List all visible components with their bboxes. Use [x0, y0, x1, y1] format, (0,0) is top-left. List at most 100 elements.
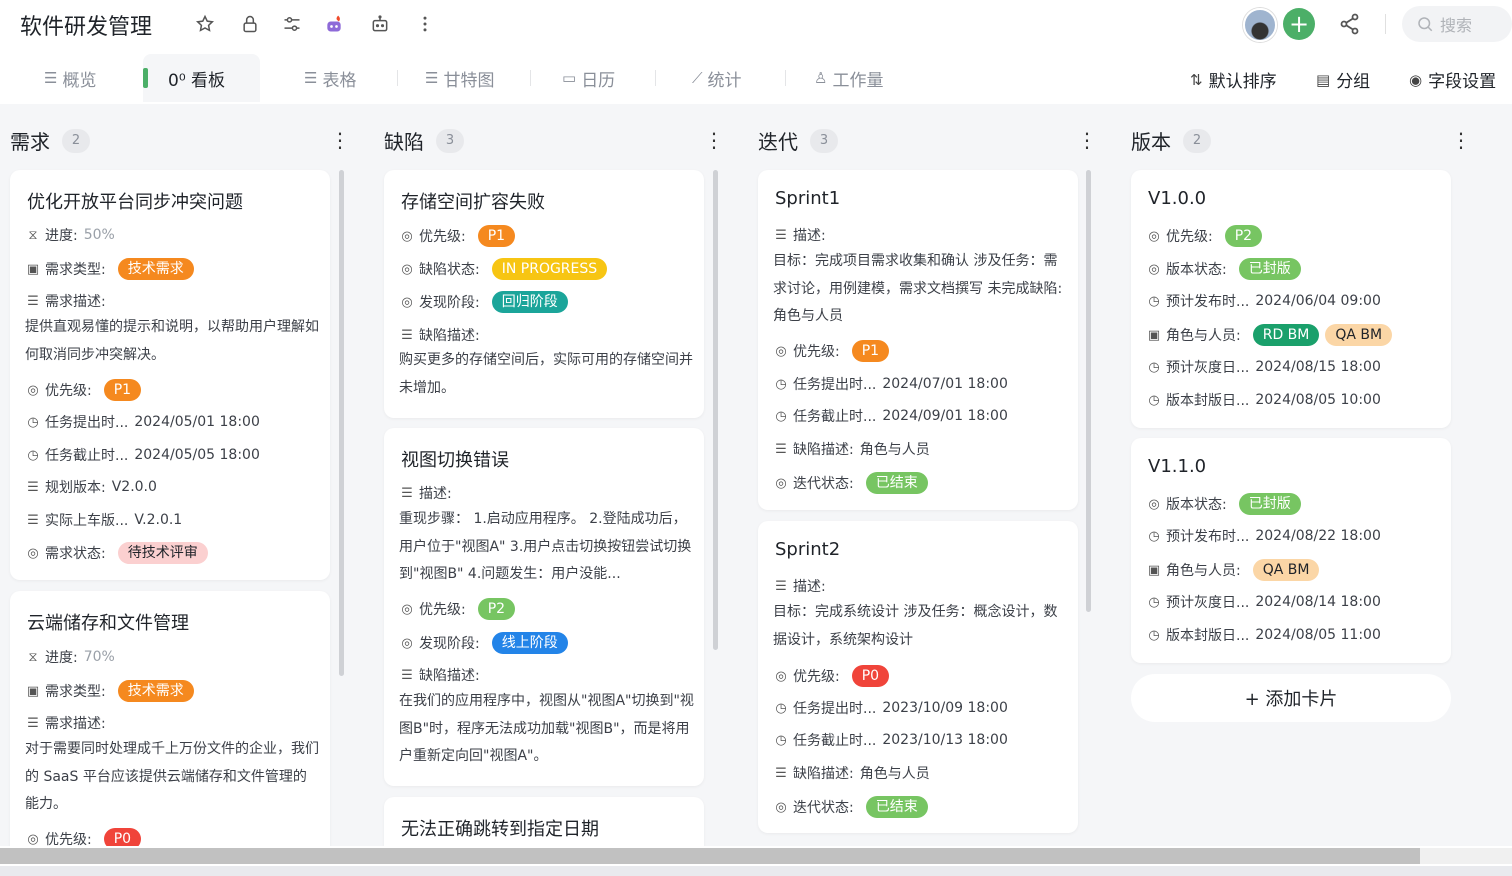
card[interactable]: Sprint1 ☰ 描述: 目标：完成项目需求收集和确认 涉及任务：需求讨论，用例… [758, 170, 1078, 510]
star-icon[interactable] [193, 12, 217, 36]
tab-gantt[interactable]: ☰ 甘特图 [425, 54, 494, 102]
robot-icon[interactable] [368, 12, 392, 36]
sort-button[interactable]: ⇅ 默认排序 [1190, 67, 1277, 93]
field-seal: ◷ 版本封版日... 2024/08/05 10:00 [1146, 390, 1381, 410]
user-avatar[interactable] [1243, 8, 1277, 42]
column-requirements: 需求 2 ⋮ 优化开放平台同步冲突问题 ⧖ 进度: 50% ▣ 需求类型: 技术需求 ☰… [0, 104, 350, 846]
tab-table[interactable]: ☰ 表格 [304, 54, 356, 102]
list-icon: ☰ [44, 69, 58, 87]
state-tag: IN PROGRESS [491, 258, 608, 280]
field-sprint-status: ◎ 迭代状态: 已结束 [773, 472, 928, 494]
select-icon: ▣ [1147, 562, 1161, 578]
active-marker [143, 68, 148, 88]
chart-icon: ⟋ [692, 69, 703, 87]
column-count-badge: 2 [62, 128, 90, 153]
column-scrollbar[interactable] [339, 170, 344, 676]
card[interactable]: V1.0.0 ◎ 优先级: P2 ◎ 版本状态: 已封版 ◷ 预计发布时... 2024/0… [1131, 170, 1451, 428]
column-more-icon[interactable]: ⋮ [1077, 130, 1097, 150]
text-icon: ☰ [27, 479, 39, 495]
view-tabs: ☰ 概览 0⁰ 看板 ☰ 表格 ☰ 甘特图 ▭ 日历 ⟋ 统计 ♙ 工作量 ⇅ … [0, 50, 1512, 104]
field-desc: ☰ 描述: [773, 576, 832, 596]
target-icon: ◎ [401, 601, 413, 617]
lock-icon[interactable] [238, 12, 262, 36]
settings-sliders-icon[interactable] [280, 12, 304, 36]
column-header: 版本 2 [1131, 126, 1211, 155]
scrollbar-thumb[interactable] [0, 848, 1420, 864]
target-icon: ◎ [401, 228, 413, 244]
target-icon: ◎ [1148, 228, 1160, 244]
card[interactable]: 优化开放平台同步冲突问题 ⧖ 进度: 50% ▣ 需求类型: 技术需求 ☰ 需求描述: 提… [10, 170, 330, 580]
column-more-icon[interactable]: ⋮ [1451, 130, 1471, 150]
column-title: 需求 [10, 130, 50, 154]
card-title: 云端储存和文件管理 [27, 613, 189, 634]
divider [655, 70, 656, 86]
column-more-icon[interactable]: ⋮ [330, 130, 350, 150]
column-header: 需求 2 [10, 126, 90, 155]
text-icon: ☰ [27, 715, 39, 731]
card[interactable]: 云端储存和文件管理 ⧖ 进度: 70% ▣ 需求类型: 技术需求 ☰ 需求描述: 对于需要… [10, 591, 330, 846]
select-icon: ▣ [26, 683, 40, 699]
field-release: ◷ 预计发布时... 2024/06/04 09:00 [1146, 291, 1381, 311]
text-icon: ☰ [401, 485, 413, 501]
card-title: 无法正确跳转到指定日期 [401, 819, 599, 840]
field-submit: ◷ 任务提出时... 2024/05/01 18:00 [25, 412, 260, 432]
column-scrollbar[interactable] [1086, 170, 1091, 612]
column-bugs: 缺陷 3 ⋮ 存储空间扩容失败 ◎ 优先级: P1 ◎ 缺陷状态: IN PROGRES… [374, 104, 724, 846]
target-icon: ◎ [401, 294, 413, 310]
tab-statistics[interactable]: ⟋ 统计 [692, 54, 742, 102]
tab-label: 工作量 [832, 70, 884, 91]
column-scrollbar[interactable] [713, 170, 718, 650]
group-button[interactable]: ▤ 分组 [1316, 67, 1371, 93]
card-title: V1.1.0 [1148, 456, 1207, 477]
tab-workload[interactable]: ♙ 工作量 [814, 54, 883, 102]
divider [397, 70, 398, 86]
field-phase: ◎ 发现阶段: 回归阶段 [399, 291, 568, 313]
status-tag: 已结束 [865, 796, 928, 818]
hourglass-icon: ⧖ [28, 649, 38, 665]
column-count-badge: 2 [1183, 128, 1211, 153]
target-icon: ◎ [27, 831, 39, 847]
horizontal-scrollbar[interactable] [0, 846, 1512, 876]
card[interactable]: Sprint2 ☰ 描述: 目标：完成系统设计 涉及任务：概念设计，数据设计，系统… [758, 521, 1078, 833]
group-label: 分组 [1336, 72, 1371, 92]
tab-overview[interactable]: ☰ 概览 [44, 54, 96, 102]
tab-calendar[interactable]: ▭ 日历 [562, 54, 615, 102]
share-icon[interactable] [1338, 12, 1362, 36]
target-icon: ◎ [401, 635, 413, 651]
table-icon: ☰ [304, 69, 318, 87]
card[interactable]: 存储空间扩容失败 ◎ 优先级: P1 ◎ 缺陷状态: IN PROGRESS ◎ 发现阶段… [384, 170, 704, 418]
field-bug-desc: ☰ 缺陷描述: 角色与人员 [773, 763, 930, 783]
field-priority: ◎ 优先级: P1 [25, 379, 142, 401]
column-title: 缺陷 [384, 130, 424, 154]
field-plan-version: ☰ 规划版本: V2.0.0 [25, 477, 157, 497]
more-vertical-icon[interactable] [413, 12, 437, 36]
add-card-button[interactable]: + 添加卡片 [1131, 674, 1451, 722]
field-settings-button[interactable]: ◉ 字段设置 [1409, 67, 1496, 93]
kanban-board: 需求 2 ⋮ 优化开放平台同步冲突问题 ⧖ 进度: 50% ▣ 需求类型: 技术需求 ☰… [0, 104, 1512, 846]
top-bar: 软件研发管理 + 搜索 [0, 0, 1512, 50]
target-icon: ◎ [775, 668, 787, 684]
role-tag: RD BM [1252, 324, 1320, 346]
tab-label: 统计 [707, 70, 742, 91]
ai-assistant-icon[interactable] [322, 12, 346, 36]
search-box[interactable]: 搜索 [1402, 6, 1512, 42]
add-member-button[interactable]: + [1283, 8, 1315, 40]
card[interactable]: 视图切换错误 ☰ 描述: 重现步骤： 1.启动应用程序。 2.登陆成功后，用户位于… [384, 428, 704, 786]
search-icon [1418, 17, 1433, 32]
card-title: 存储空间扩容失败 [401, 192, 545, 213]
text-icon: ☰ [775, 227, 787, 243]
card[interactable]: 无法正确跳转到指定日期 [384, 797, 704, 846]
tab-board[interactable]: 0⁰ 看板 [143, 54, 260, 102]
field-sprint-status: ◎ 迭代状态: 已结束 [773, 796, 928, 818]
field-status: ◎ 需求状态: 待技术评审 [25, 542, 208, 564]
column-more-icon[interactable]: ⋮ [704, 130, 724, 150]
eye-icon: ◉ [1409, 70, 1423, 89]
phase-tag: 线上阶段 [491, 632, 568, 654]
field-release: ◷ 预计发布时... 2024/08/22 18:00 [1146, 526, 1381, 546]
field-type: ▣ 需求类型: 技术需求 [25, 680, 194, 702]
field-priority: ◎ 优先级: P2 [399, 598, 516, 620]
field-desc: ☰ 描述: [773, 225, 832, 245]
card[interactable]: V1.1.0 ◎ 版本状态: 已封版 ◷ 预计发布时... 2024/08/22 18:… [1131, 438, 1451, 663]
field-progress: ⧖ 进度: 50% [25, 225, 114, 245]
target-icon: ◎ [775, 343, 787, 359]
